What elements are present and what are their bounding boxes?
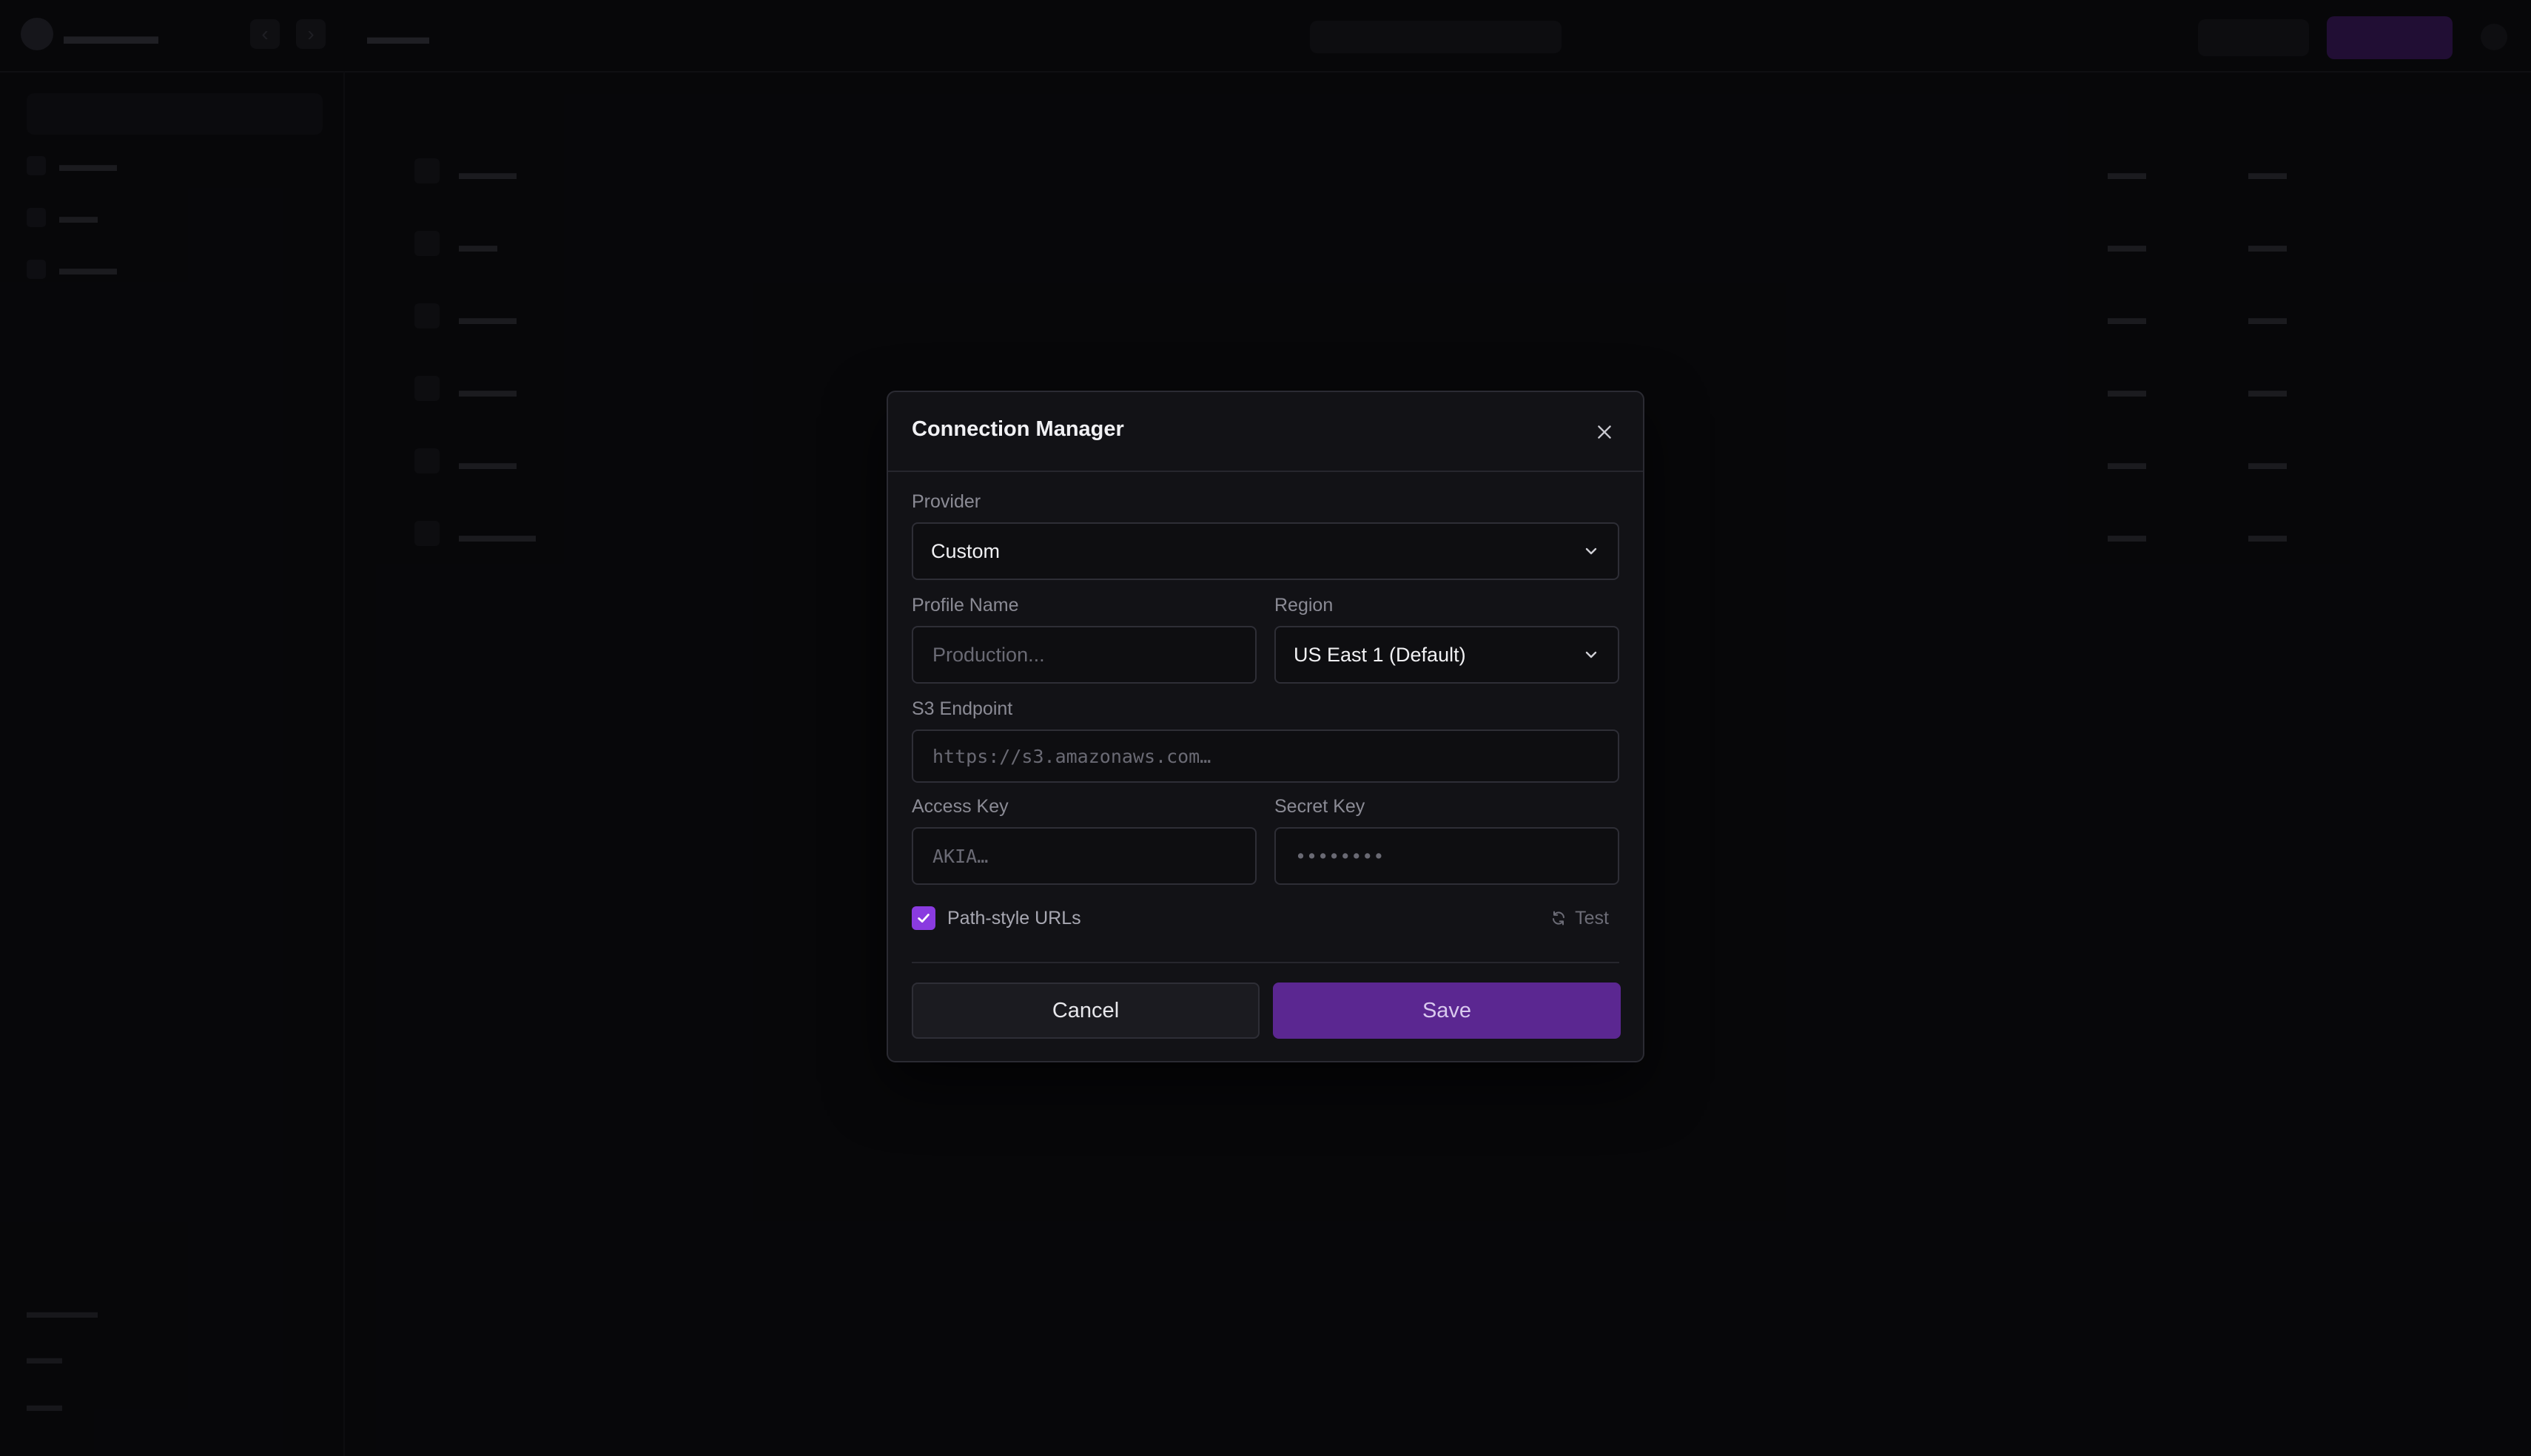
path-style-label: Path-style URLs [947,907,1081,928]
test-button-label: Test [1575,907,1609,928]
chevron-down-icon [1585,547,1597,555]
profile-name-label: Profile Name [912,595,1019,616]
close-icon [1598,425,1611,439]
s3-endpoint-label: S3 Endpoint [912,698,1013,719]
close-button[interactable] [1591,419,1618,445]
profile-name-input[interactable] [931,642,1237,667]
access-key-input[interactable] [931,844,1237,868]
region-label: Region [1274,595,1334,616]
access-key-label: Access Key [912,796,1009,817]
region-value: US East 1 (Default) [1294,643,1466,666]
provider-label: Provider [912,491,981,512]
dialog-title: Connection Manager [912,417,1124,441]
cancel-button[interactable]: Cancel [912,983,1260,1039]
secret-key-input[interactable] [1294,844,1600,868]
test-connection-button[interactable]: Test [1550,906,1609,931]
s3-endpoint-input[interactable] [931,744,1600,768]
path-style-option[interactable]: Path-style URLs [912,906,1081,931]
provider-select[interactable]: Custom [912,522,1619,580]
dialog-header: Connection Manager [888,392,1643,472]
provider-value: Custom [931,539,1001,562]
footer-divider [912,962,1619,963]
chevron-down-icon [1585,651,1597,658]
secret-key-field[interactable] [1274,827,1619,885]
save-button[interactable]: Save [1273,983,1621,1039]
connection-manager-dialog: Connection Manager Provider Custom Profi… [887,391,1644,1062]
region-select[interactable]: US East 1 (Default) [1274,626,1619,684]
profile-name-field[interactable] [912,626,1257,684]
check-icon [918,914,930,923]
refresh-icon [1553,911,1565,926]
access-key-field[interactable] [912,827,1257,885]
s3-endpoint-field[interactable] [912,729,1619,783]
path-style-checkbox[interactable] [912,906,935,930]
secret-key-label: Secret Key [1274,796,1365,817]
